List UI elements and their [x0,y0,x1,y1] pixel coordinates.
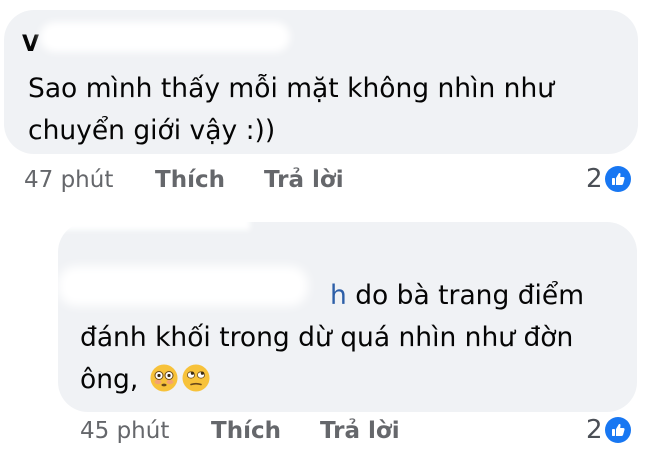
comment-author-tail[interactable]: h [330,280,347,311]
like-button[interactable]: Thích [211,417,281,445]
comment-bubble: V Sao mình thấy mỗi mặt không nhìn như c… [4,10,638,154]
comment-time[interactable]: 47 phút [24,166,113,194]
reply-bubble: h do bà trang điểm đánh khối trong dừ qu… [58,222,637,412]
like-button[interactable]: Thích [155,166,225,194]
comment-text-line: đánh khối trong dừ quá nhìn như đờn [80,322,574,353]
redaction-blur [58,266,308,306]
comment-thread: V Sao mình thấy mỗi mặt không nhìn như c… [0,0,660,467]
comment-text: Sao mình thấy mỗi mặt không nhìn như chu… [28,68,628,152]
reaction-summary[interactable]: 2 [586,415,631,445]
comment-time[interactable]: 45 phút [80,417,169,445]
comment-actions: 45 phút Thích Trả lời 2 [0,413,660,449]
comment-text-line: Sao mình thấy mỗi mặt không nhìn như [28,73,555,104]
thumbs-up-icon [604,417,631,443]
redaction-blur [40,22,290,52]
redaction-blur [0,214,250,230]
comment-author[interactable]: V [22,32,39,58]
thumbs-up-icon [604,166,631,192]
reply-button[interactable]: Trả lời [264,166,344,194]
reply-button[interactable]: Trả lời [320,417,400,445]
reaction-summary[interactable]: 2 [586,164,631,194]
comment-text-line: ông, [80,359,625,401]
reaction-count: 2 [586,415,603,445]
comment-actions: 47 phút Thích Trả lời 2 [0,162,660,198]
eye-roll-emoji [181,363,211,393]
reaction-count: 2 [586,164,603,194]
comment-text-line: chuyển giới vậy :)) [28,115,276,146]
flushed-face-emoji [149,363,179,393]
